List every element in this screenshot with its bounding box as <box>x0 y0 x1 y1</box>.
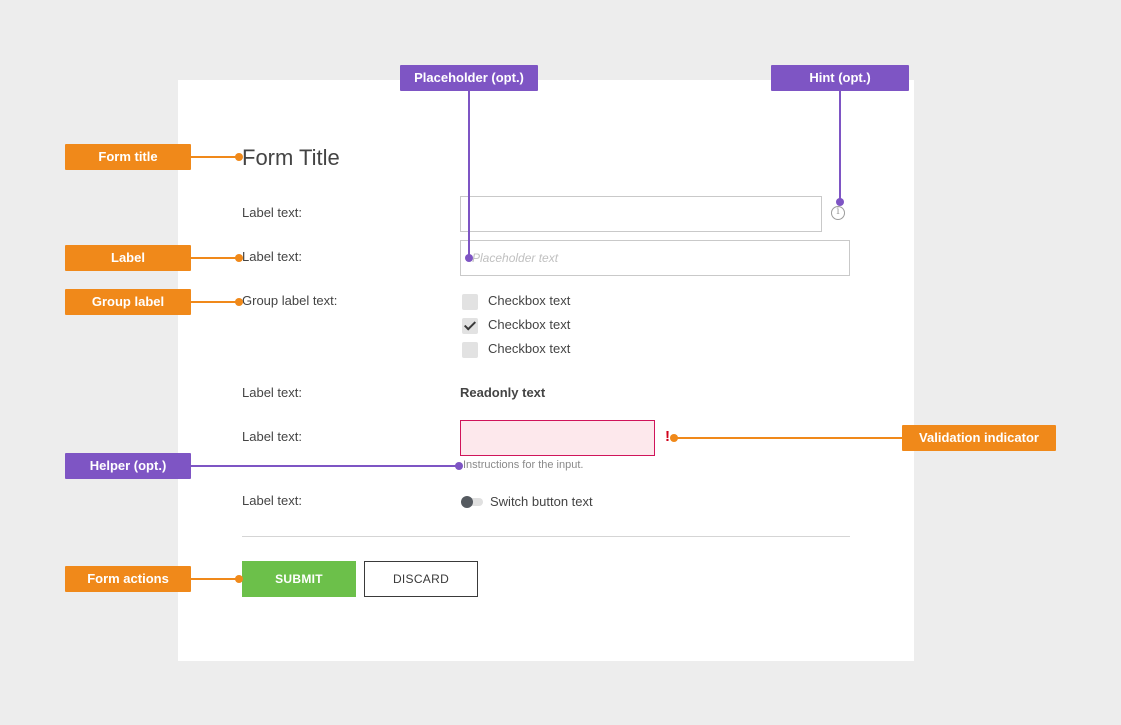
annotation-group-label: Group label <box>65 289 191 315</box>
discard-button[interactable]: DISCARD <box>364 561 478 597</box>
connector-dot <box>836 198 844 206</box>
info-hint-icon[interactable] <box>831 206 845 220</box>
annotation-hint: Hint (opt.) <box>771 65 909 91</box>
annotation-placeholder: Placeholder (opt.) <box>400 65 538 91</box>
connector-line <box>191 465 459 467</box>
connector-line <box>468 91 470 258</box>
connector-line <box>191 301 239 303</box>
divider <box>242 536 850 537</box>
readonly-value: Readonly text <box>460 385 546 400</box>
checkbox-label: Checkbox text <box>488 341 571 356</box>
checkbox[interactable] <box>462 342 478 358</box>
helper-text: Instructions for the input. <box>463 459 584 471</box>
field-label: Label text: <box>242 493 302 508</box>
connector-dot <box>235 153 243 161</box>
checkbox-label: Checkbox text <box>488 293 571 308</box>
group-label: Group label text: <box>242 293 338 308</box>
connector-dot <box>455 462 463 470</box>
switch-label: Switch button text <box>490 494 593 509</box>
checkbox-checked[interactable] <box>462 318 478 334</box>
connector-dot <box>235 298 243 306</box>
annotation-form-actions: Form actions <box>65 566 191 592</box>
form-title: Form Title <box>242 145 340 170</box>
annotation-helper: Helper (opt.) <box>65 453 191 479</box>
annotation-form-title: Form title <box>65 144 191 170</box>
connector-dot <box>235 575 243 583</box>
checkbox[interactable] <box>462 294 478 310</box>
connector-line <box>191 257 239 259</box>
field-label: Label text: <box>242 429 302 444</box>
checkbox-label: Checkbox text <box>488 317 571 332</box>
invalid-input[interactable] <box>460 420 655 456</box>
connector-dot <box>465 254 473 262</box>
submit-button[interactable]: SUBMIT <box>242 561 356 597</box>
field-label: Label text: <box>242 249 302 264</box>
field-label: Label text: <box>242 385 302 400</box>
connector-line <box>839 91 841 202</box>
connector-dot <box>670 434 678 442</box>
input-placeholder: Placeholder text <box>472 251 559 265</box>
connector-line <box>191 156 239 158</box>
annotation-label: Label <box>65 245 191 271</box>
connector-line <box>676 437 902 439</box>
annotation-validation: Validation indicator <box>902 425 1056 451</box>
text-input[interactable] <box>460 196 822 232</box>
field-label: Label text: <box>242 205 302 220</box>
connector-line <box>191 578 239 580</box>
switch-toggle[interactable] <box>461 496 473 508</box>
connector-dot <box>235 254 243 262</box>
